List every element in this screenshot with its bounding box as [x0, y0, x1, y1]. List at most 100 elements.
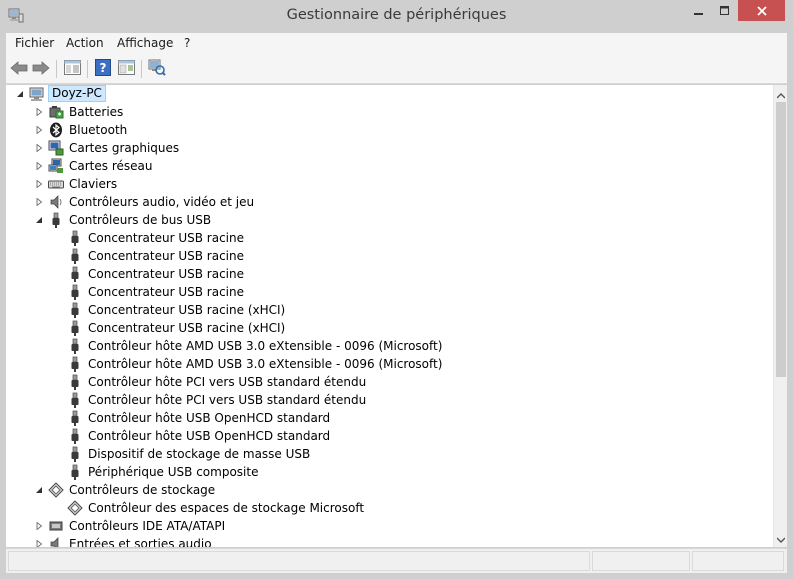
tree-node-label[interactable]: Contrôleur hôte USB OpenHCD standard	[88, 428, 330, 444]
tree-node-label[interactable]: Claviers	[69, 176, 117, 192]
collapsed-triangle-icon[interactable]	[34, 107, 43, 116]
collapsed-triangle-icon[interactable]	[34, 161, 43, 170]
tree-node-controleurs-audio[interactable]: Contrôleurs audio, vidéo et jeu	[6, 193, 766, 211]
collapsed-triangle-icon[interactable]	[34, 143, 43, 152]
usb-plug-icon	[67, 392, 83, 408]
properties-button[interactable]	[115, 58, 137, 80]
tree-node-usb-device[interactable]: Contrôleur hôte AMD USB 3.0 eXtensible -…	[6, 337, 766, 355]
collapsed-triangle-icon[interactable]	[34, 521, 43, 530]
menu-help[interactable]: ?	[184, 36, 190, 50]
tree-node-label[interactable]: Contrôleur hôte AMD USB 3.0 eXtensible -…	[88, 356, 442, 372]
tree-node-label[interactable]: Bluetooth	[69, 122, 127, 138]
menu-action[interactable]: Action	[66, 36, 104, 50]
tree-node-usb-device[interactable]: Concentrateur USB racine	[6, 247, 766, 265]
tree-node-bluetooth[interactable]: Bluetooth	[6, 121, 766, 139]
menu-affichage[interactable]: Affichage	[117, 36, 173, 50]
tree-node-label[interactable]: Contrôleur hôte PCI vers USB standard ét…	[88, 392, 366, 408]
speaker-icon	[48, 194, 64, 210]
usb-plug-icon	[67, 446, 83, 462]
tree-root-row[interactable]: Doyz-PC	[6, 85, 766, 103]
back-button[interactable]	[8, 58, 30, 80]
tree-node-label[interactable]: Contrôleur hôte USB OpenHCD standard	[88, 410, 330, 426]
tree-node-controleurs-ide[interactable]: Contrôleurs IDE ATA/ATAPI	[6, 517, 766, 535]
network-adapter-icon	[48, 158, 64, 174]
expanded-triangle-icon[interactable]	[34, 485, 43, 494]
collapsed-triangle-icon[interactable]	[34, 539, 43, 547]
tree-node-label[interactable]: Batteries	[69, 104, 123, 120]
collapsed-triangle-icon[interactable]	[34, 179, 43, 188]
tree-node-label[interactable]: Contrôleur hôte PCI vers USB standard ét…	[88, 374, 366, 390]
tree-node-usb-device[interactable]: Dispositif de stockage de masse USB	[6, 445, 766, 463]
expanded-triangle-icon[interactable]	[15, 89, 24, 98]
tree-node-label[interactable]: Contrôleurs IDE ATA/ATAPI	[69, 518, 225, 534]
tree-node-usb-device[interactable]: Concentrateur USB racine (xHCI)	[6, 301, 766, 319]
scan-hardware-icon	[148, 59, 166, 80]
toolbar-separator	[87, 60, 88, 78]
tree-node-usb-device[interactable]: Concentrateur USB racine	[6, 229, 766, 247]
tree-node-controleurs-usb[interactable]: Contrôleurs de bus USB	[6, 211, 766, 229]
tree-node-usb-device[interactable]: Concentrateur USB racine	[6, 283, 766, 301]
tree-node-label[interactable]: Contrôleurs de bus USB	[69, 212, 211, 228]
battery-icon	[48, 104, 64, 120]
expanded-triangle-icon[interactable]	[34, 215, 43, 224]
scroll-down-button[interactable]	[774, 531, 787, 543]
status-pane	[8, 551, 590, 571]
usb-plug-icon	[67, 248, 83, 264]
show-hide-console-tree-button[interactable]	[61, 58, 83, 80]
usb-plug-icon	[67, 410, 83, 426]
status-bar	[6, 548, 787, 573]
tree-node-label[interactable]: Concentrateur USB racine	[88, 230, 244, 246]
tree-node-usb-device[interactable]: Contrôleur hôte AMD USB 3.0 eXtensible -…	[6, 355, 766, 373]
tree-node-label[interactable]: Concentrateur USB racine	[88, 284, 244, 300]
tree-node-label[interactable]: Concentrateur USB racine	[88, 248, 244, 264]
title-bar[interactable]: Gestionnaire de périphériques	[0, 0, 793, 33]
device-tree-pane[interactable]: Doyz-PC Batteries Bluetooth Cartes graph…	[6, 85, 787, 547]
tree-node-storage-device[interactable]: Contrôleur des espaces de stockage Micro…	[6, 499, 766, 517]
properties-icon	[117, 59, 135, 79]
tree-node-usb-device[interactable]: Périphérique USB composite	[6, 463, 766, 481]
tree-node-usb-device[interactable]: Contrôleur hôte USB OpenHCD standard	[6, 427, 766, 445]
tree-node-label[interactable]: Entrées et sorties audio	[69, 536, 212, 547]
scrollbar-thumb[interactable]	[776, 102, 786, 377]
tree-node-usb-device[interactable]: Concentrateur USB racine (xHCI)	[6, 319, 766, 337]
tree-node-entrees-sorties-audio[interactable]: Entrées et sorties audio	[6, 535, 766, 547]
tree-node-batteries[interactable]: Batteries	[6, 103, 766, 121]
tree-node-label[interactable]: Contrôleur hôte AMD USB 3.0 eXtensible -…	[88, 338, 442, 354]
tree-node-label[interactable]: Cartes réseau	[69, 158, 152, 174]
tree-node-label[interactable]: Dispositif de stockage de masse USB	[88, 446, 310, 462]
menu-fichier[interactable]: Fichier	[15, 36, 54, 50]
tree-node-usb-device[interactable]: Concentrateur USB racine	[6, 265, 766, 283]
tree-node-label[interactable]: Contrôleur des espaces de stockage Micro…	[88, 500, 364, 516]
tree-node-cartes-graphiques[interactable]: Cartes graphiques	[6, 139, 766, 157]
tree-node-label[interactable]: Concentrateur USB racine (xHCI)	[88, 320, 285, 336]
scroll-up-button[interactable]	[774, 87, 787, 99]
help-button[interactable]: ?	[92, 58, 114, 80]
vertical-scrollbar[interactable]	[773, 85, 787, 547]
scan-hardware-button[interactable]	[146, 58, 168, 80]
tree-node-label[interactable]: Contrôleurs de stockage	[69, 482, 215, 498]
tree-node-usb-device[interactable]: Contrôleur hôte PCI vers USB standard ét…	[6, 391, 766, 409]
tree-node-label[interactable]: Concentrateur USB racine	[88, 266, 244, 282]
usb-plug-icon	[67, 338, 83, 354]
tree-node-label[interactable]: Cartes graphiques	[69, 140, 179, 156]
collapsed-triangle-icon[interactable]	[34, 125, 43, 134]
tree-node-claviers[interactable]: Claviers	[6, 175, 766, 193]
usb-plug-icon	[67, 230, 83, 246]
maximize-icon	[720, 1, 730, 20]
tree-node-label[interactable]: Concentrateur USB racine (xHCI)	[88, 302, 285, 318]
tree-node-usb-device[interactable]: Contrôleur hôte USB OpenHCD standard	[6, 409, 766, 427]
tree-node-usb-device[interactable]: Contrôleur hôte PCI vers USB standard ét…	[6, 373, 766, 391]
close-button[interactable]	[738, 0, 785, 21]
minimize-button[interactable]	[686, 0, 712, 21]
tree-node-controleurs-stockage[interactable]: Contrôleurs de stockage	[6, 481, 766, 499]
forward-button[interactable]	[30, 58, 52, 80]
minimize-icon	[694, 1, 704, 20]
maximize-button[interactable]	[712, 0, 738, 21]
collapsed-triangle-icon[interactable]	[34, 197, 43, 206]
tree-node-label[interactable]: Périphérique USB composite	[88, 464, 258, 480]
tree-node-cartes-reseau[interactable]: Cartes réseau	[6, 157, 766, 175]
usb-plug-icon	[67, 320, 83, 336]
tree-node-label[interactable]: Contrôleurs audio, vidéo et jeu	[69, 194, 254, 210]
tree-root-label[interactable]: Doyz-PC	[48, 85, 106, 102]
forward-arrow-icon	[32, 60, 50, 79]
